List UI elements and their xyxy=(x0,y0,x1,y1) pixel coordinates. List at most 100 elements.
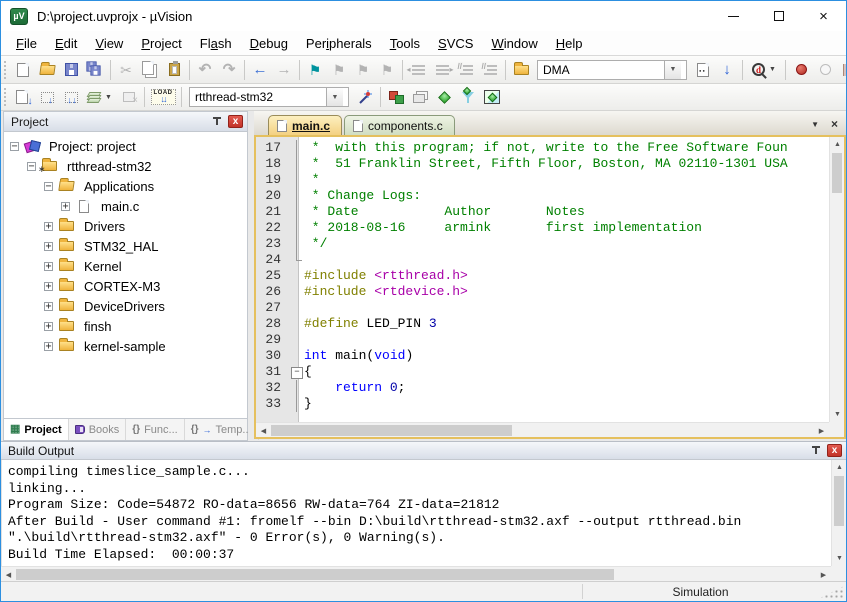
tree-item-kernel-sample[interactable]: +kernel-sample xyxy=(4,336,247,356)
expand-icon[interactable]: + xyxy=(44,282,53,291)
menu-view[interactable]: View xyxy=(86,33,132,54)
menu-file[interactable]: File xyxy=(7,33,46,54)
tree-item-main-c[interactable]: +main.c xyxy=(4,196,247,216)
stop-build-button[interactable] xyxy=(117,86,141,108)
tab-main-c[interactable]: main.c xyxy=(268,115,342,136)
tree-item-devicedrivers[interactable]: +DeviceDrivers xyxy=(4,296,247,316)
scroll-left-icon[interactable]: ◀ xyxy=(1,567,16,582)
tree-item-project-project[interactable]: −Project: project xyxy=(4,136,247,156)
navigate-forward-button[interactable]: → xyxy=(272,59,296,81)
toolbar-grip[interactable] xyxy=(3,60,8,80)
scrollbar-thumb[interactable] xyxy=(834,476,844,526)
editor-horizontal-scrollbar[interactable]: ◀ ▶ xyxy=(256,422,829,437)
redo-button[interactable]: ↷ xyxy=(217,59,241,81)
menu-window[interactable]: Window xyxy=(482,33,546,54)
scrollbar-thumb[interactable] xyxy=(832,153,842,193)
toolbar-grip[interactable] xyxy=(3,87,8,107)
download-button[interactable]: LOAD↓↓ xyxy=(148,86,178,108)
tab-project[interactable]: ▦ Project xyxy=(4,419,69,440)
fold-collapse-icon[interactable] xyxy=(290,364,304,380)
paste-button[interactable] xyxy=(162,59,186,81)
expand-icon[interactable]: + xyxy=(61,202,70,211)
expand-icon[interactable]: + xyxy=(44,342,53,351)
title-bar[interactable]: µV D:\project.uvprojx - µVision × xyxy=(1,1,846,31)
expand-icon[interactable]: + xyxy=(44,302,53,311)
scroll-down-icon[interactable]: ▼ xyxy=(830,407,845,422)
save-all-button[interactable] xyxy=(83,59,107,81)
collapse-icon[interactable]: − xyxy=(27,162,36,171)
expand-icon[interactable]: + xyxy=(44,222,53,231)
tree-item-applications[interactable]: −Applications xyxy=(4,176,247,196)
project-panel-close-button[interactable]: x xyxy=(228,115,243,128)
manage-project-items-button[interactable] xyxy=(384,86,408,108)
collapse-icon[interactable]: − xyxy=(44,182,53,191)
build-horizontal-scrollbar[interactable]: ◀ ▶ xyxy=(1,566,831,581)
rebuild-all-button[interactable]: ↓↓ xyxy=(59,86,83,108)
menu-project[interactable]: Project xyxy=(132,33,190,54)
scroll-up-icon[interactable]: ▲ xyxy=(830,137,845,152)
build-output-text[interactable]: compiling timeslice_sample.c...linking..… xyxy=(1,460,831,566)
resize-grip[interactable] xyxy=(818,586,844,599)
toggle-breakpoint-button[interactable] xyxy=(789,59,813,81)
collapse-icon[interactable]: − xyxy=(10,142,19,151)
scroll-right-icon[interactable]: ▶ xyxy=(816,567,831,582)
tab-list-dropdown-button[interactable]: ▼ xyxy=(811,120,819,129)
tree-item-drivers[interactable]: +Drivers xyxy=(4,216,247,236)
menu-svcs[interactable]: SVCS xyxy=(429,33,482,54)
incremental-find-button[interactable]: ↓ xyxy=(715,59,739,81)
undo-button[interactable]: ↶ xyxy=(193,59,217,81)
options-for-target-button[interactable] xyxy=(353,86,377,108)
expand-icon[interactable]: + xyxy=(44,242,53,251)
comment-button[interactable] xyxy=(454,59,478,81)
uncomment-button[interactable] xyxy=(478,59,502,81)
find-in-document-button[interactable] xyxy=(691,59,715,81)
tab-components-c[interactable]: components.c xyxy=(344,115,455,136)
disable-breakpoint-button[interactable] xyxy=(813,59,837,81)
copy-button[interactable] xyxy=(138,59,162,81)
translate-file-button[interactable]: ↓ xyxy=(11,86,35,108)
close-button[interactable]: × xyxy=(801,1,846,31)
open-file-button[interactable] xyxy=(35,59,59,81)
build-button[interactable]: ↓ xyxy=(35,86,59,108)
expand-icon[interactable]: + xyxy=(44,322,53,331)
scrollbar-thumb[interactable] xyxy=(271,425,512,436)
tree-item-rtthread-stm32[interactable]: −rtthread-stm32 xyxy=(4,156,247,176)
tree-item-kernel[interactable]: +Kernel xyxy=(4,256,247,276)
menu-edit[interactable]: Edit xyxy=(46,33,86,54)
menu-help[interactable]: Help xyxy=(547,33,592,54)
menu-debug[interactable]: Debug xyxy=(241,33,297,54)
next-bookmark-button[interactable]: ⚑ xyxy=(351,59,375,81)
scroll-down-icon[interactable]: ▼ xyxy=(832,551,847,566)
new-file-button[interactable] xyxy=(11,59,35,81)
scroll-right-icon[interactable]: ▶ xyxy=(814,423,829,438)
configure-find-button[interactable]: d ▼ xyxy=(746,59,782,81)
clear-bookmarks-button[interactable]: ⚑ xyxy=(375,59,399,81)
scrollbar-thumb[interactable] xyxy=(16,569,614,580)
find-in-files-button[interactable] xyxy=(509,59,533,81)
build-output-close-button[interactable]: x xyxy=(827,444,842,457)
tab-books[interactable]: Books xyxy=(69,419,127,440)
build-vertical-scrollbar[interactable]: ▲ ▼ xyxy=(831,460,846,566)
pack-installer-button[interactable] xyxy=(480,86,504,108)
menu-peripherals[interactable]: Peripherals xyxy=(297,33,381,54)
tree-item-finsh[interactable]: +finsh xyxy=(4,316,247,336)
tab-functions[interactable]: {} Func... xyxy=(126,419,184,440)
find-combo-input[interactable] xyxy=(538,62,664,78)
navigate-back-button[interactable]: ← xyxy=(248,59,272,81)
menu-tools[interactable]: Tools xyxy=(381,33,429,54)
find-combo-dropdown-button[interactable]: ▼ xyxy=(664,61,681,79)
minimize-button[interactable] xyxy=(711,1,756,31)
insert-bookmark-button[interactable]: ⚑ xyxy=(303,59,327,81)
target-combo-input[interactable] xyxy=(190,89,326,105)
select-packs-button[interactable] xyxy=(456,86,480,108)
maximize-button[interactable] xyxy=(756,1,801,31)
menu-flash[interactable]: Flash xyxy=(191,33,241,54)
tree-item-cortex-m3[interactable]: +CORTEX-M3 xyxy=(4,276,247,296)
expand-icon[interactable]: + xyxy=(44,262,53,271)
scroll-up-icon[interactable]: ▲ xyxy=(832,460,847,475)
run-time-environment-button[interactable] xyxy=(432,86,456,108)
save-button[interactable] xyxy=(59,59,83,81)
editor-vertical-scrollbar[interactable]: ▲ ▼ xyxy=(829,137,844,422)
indent-button[interactable] xyxy=(430,59,454,81)
unindent-button[interactable] xyxy=(406,59,430,81)
